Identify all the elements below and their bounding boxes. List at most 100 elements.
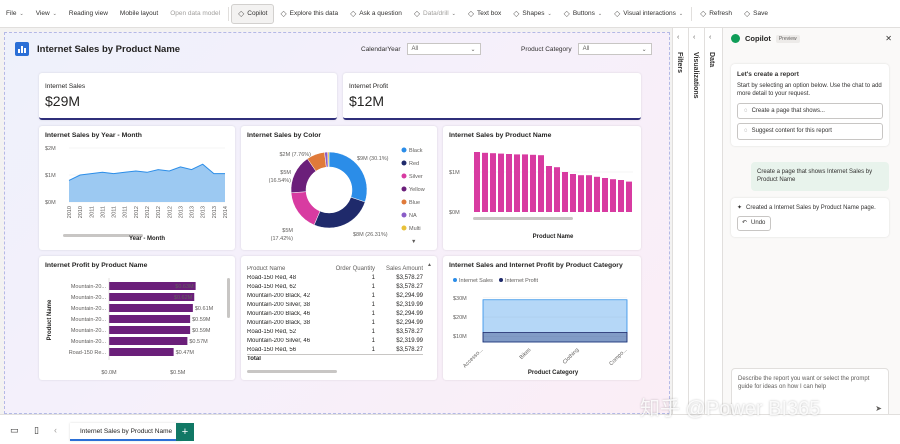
desktop-view-icon[interactable]: ▭ bbox=[10, 425, 19, 436]
chevron-left-icon[interactable]: ‹ bbox=[709, 34, 711, 41]
chart-sales-by-color[interactable]: Internet Sales by Color $9M (30.1%) $8M (… bbox=[241, 126, 437, 250]
bar[interactable] bbox=[586, 175, 592, 212]
chevron-left-icon[interactable]: ‹ bbox=[54, 425, 57, 435]
page-tab[interactable]: Internet Sales by Product Name bbox=[70, 423, 183, 441]
create-page-button[interactable]: ◌ Create a page that shows... bbox=[737, 102, 883, 120]
chart-profit-by-product[interactable]: Internet Profit by Product Name Mountain… bbox=[39, 256, 235, 380]
chart-sales-by-product[interactable]: Internet Sales by Product Name $0M $1M Pro… bbox=[443, 126, 641, 250]
donut-slice-silver[interactable] bbox=[290, 191, 321, 226]
copilot-header: Copilot Preview bbox=[731, 34, 800, 43]
kpi-card-internet-profit[interactable]: Internet Profit $12M bbox=[343, 73, 641, 120]
ribbon-text-box-button[interactable]: ◇ Text box bbox=[462, 4, 507, 24]
table-visual[interactable]: Product Name Order Quantity Sales Amount Ro… bbox=[241, 256, 437, 380]
calendar-year-slicer[interactable]: CalendarYear All ⌄ bbox=[361, 43, 481, 55]
bar[interactable] bbox=[626, 181, 632, 212]
horizontal-scrollbar[interactable] bbox=[247, 370, 337, 373]
bar[interactable] bbox=[514, 154, 520, 212]
kpi-card-internet-sales[interactable]: Internet Sales $29M bbox=[39, 73, 337, 120]
table-row[interactable]: Mountain-200 Black, 42 1 $2,294.99 bbox=[247, 291, 423, 300]
ribbon-refresh-button[interactable]: ◇ Refresh bbox=[694, 4, 738, 24]
suggest-content-button[interactable]: ◌ Suggest content for this report bbox=[737, 123, 883, 140]
bar[interactable] bbox=[546, 166, 552, 212]
bar[interactable] bbox=[618, 180, 624, 212]
x-tick-label: 2012 bbox=[167, 206, 173, 218]
chevron-left-icon[interactable]: ‹ bbox=[677, 34, 679, 41]
bar[interactable] bbox=[109, 315, 191, 323]
ribbon-reading-view-button[interactable]: Reading view bbox=[63, 4, 114, 24]
chevron-down-icon: ▼ bbox=[411, 239, 416, 245]
bar[interactable] bbox=[482, 152, 488, 212]
bar[interactable] bbox=[109, 337, 188, 345]
donut-slice-red[interactable] bbox=[313, 196, 366, 229]
bar[interactable] bbox=[578, 175, 584, 212]
ribbon-open-data-model-button[interactable]: Open data model bbox=[164, 4, 226, 24]
ribbon-data-drill-button[interactable]: ◇ Data/drill ⌄ bbox=[408, 4, 462, 24]
table-row[interactable]: Mountain-200 Black, 46 1 $2,294.99 bbox=[247, 309, 423, 318]
table-row[interactable]: Mountain-200 Silver, 38 1 $2,319.99 bbox=[247, 300, 423, 309]
table-row[interactable]: Road-150 Red, 56 1 $3,578.27 bbox=[247, 345, 423, 354]
table-row[interactable]: Mountain-200 Silver, 46 1 $2,319.99 bbox=[247, 336, 423, 345]
data-label: $0.59M bbox=[192, 328, 211, 334]
ribbon-visual-interactions-button[interactable]: ◇ Visual interactions ⌄ bbox=[608, 4, 689, 24]
bar[interactable] bbox=[490, 153, 496, 212]
data-label: $8M (26.31%) bbox=[353, 232, 388, 238]
ribbon-mobile-layout-button[interactable]: Mobile layout bbox=[114, 4, 164, 24]
ribbon-file-button[interactable]: File ⌄ bbox=[0, 4, 30, 24]
bar[interactable] bbox=[554, 167, 560, 212]
ribbon-view-button[interactable]: View ⌄ bbox=[30, 4, 63, 24]
vertical-scrollbar[interactable] bbox=[227, 278, 230, 318]
ribbon-ask-a-question-button[interactable]: ◇ Ask a question bbox=[344, 4, 408, 24]
chart-sales-profit-category[interactable]: Internet Sales and Internet Profit by Pr… bbox=[443, 256, 641, 380]
chevron-left-icon[interactable]: ‹ bbox=[693, 34, 695, 41]
ribbon-shapes-button[interactable]: ◇ Shapes ⌄ bbox=[507, 4, 557, 24]
bar[interactable] bbox=[594, 176, 600, 212]
table-row[interactable]: Road-150 Red, 52 1 $3,578.27 bbox=[247, 327, 423, 336]
legend-label: Multi bbox=[409, 226, 421, 232]
lightbulb-icon: ◌ bbox=[744, 128, 748, 135]
bar[interactable] bbox=[522, 154, 528, 212]
bar[interactable] bbox=[610, 179, 616, 212]
table-cell: $2,319.99 bbox=[396, 337, 423, 344]
send-icon[interactable]: ➤ bbox=[875, 403, 882, 414]
ribbon-save-button[interactable]: ◇ Save bbox=[738, 4, 774, 24]
bar[interactable] bbox=[530, 154, 536, 212]
bar[interactable] bbox=[109, 348, 174, 356]
sort-icon[interactable]: ▲ bbox=[427, 262, 432, 268]
chart-sales-year-month[interactable]: Internet Sales by Year - Month $0M $1M $2M… bbox=[39, 126, 235, 250]
table-row[interactable]: Road-150 Red, 62 1 $3,578.27 bbox=[247, 282, 423, 291]
slicer-dropdown[interactable]: All ⌄ bbox=[577, 43, 652, 55]
visualizations-pane[interactable]: ‹ Visualizations bbox=[688, 28, 704, 414]
data-pane[interactable]: ‹ Data bbox=[704, 28, 722, 414]
table-row[interactable]: Road-150 Red, 48 1 $3,578.27 bbox=[247, 273, 423, 282]
filters-pane[interactable]: ‹ Filters bbox=[672, 28, 688, 414]
slicer-dropdown[interactable]: All ⌄ bbox=[406, 43, 481, 55]
bar[interactable] bbox=[506, 154, 512, 212]
slicer-value: All bbox=[411, 46, 419, 52]
axis-label: $2M bbox=[45, 146, 56, 152]
table-row[interactable]: Mountain-200 Black, 38 1 $2,294.99 bbox=[247, 318, 423, 327]
bar[interactable] bbox=[109, 326, 191, 334]
horizontal-scrollbar[interactable] bbox=[473, 217, 573, 220]
bar[interactable] bbox=[538, 155, 544, 212]
bar[interactable] bbox=[498, 153, 504, 212]
bar[interactable] bbox=[474, 152, 480, 212]
x-tick-label: 2011 bbox=[100, 206, 106, 218]
ribbon-buttons-button[interactable]: ◇ Buttons ⌄ bbox=[558, 4, 608, 24]
undo-button[interactable]: ↶ Undo bbox=[737, 216, 771, 231]
ribbon-label: Visual interactions bbox=[623, 10, 676, 17]
ribbon-copilot-button[interactable]: ◇ Copilot bbox=[231, 3, 275, 24]
mobile-view-icon[interactable]: ▯ bbox=[34, 425, 39, 436]
area-series[interactable] bbox=[482, 332, 628, 343]
ribbon-explore-this-data-button[interactable]: ◇ Explore this data bbox=[274, 4, 344, 24]
interactions-icon: ◇ bbox=[614, 9, 621, 18]
bar[interactable] bbox=[562, 172, 568, 212]
close-icon[interactable]: ✕ bbox=[885, 34, 892, 43]
product-category-slicer[interactable]: Product Category All ⌄ bbox=[521, 43, 652, 55]
bar[interactable] bbox=[570, 174, 576, 212]
table-cell: Road-150 Red, 52 bbox=[247, 328, 297, 335]
table-cell: Total bbox=[247, 356, 261, 362]
table-header-row[interactable]: Product Name Order Quantity Sales Amount bbox=[247, 264, 423, 273]
bar[interactable] bbox=[602, 178, 608, 212]
bar[interactable] bbox=[109, 304, 193, 312]
add-page-button[interactable]: + bbox=[176, 423, 194, 441]
